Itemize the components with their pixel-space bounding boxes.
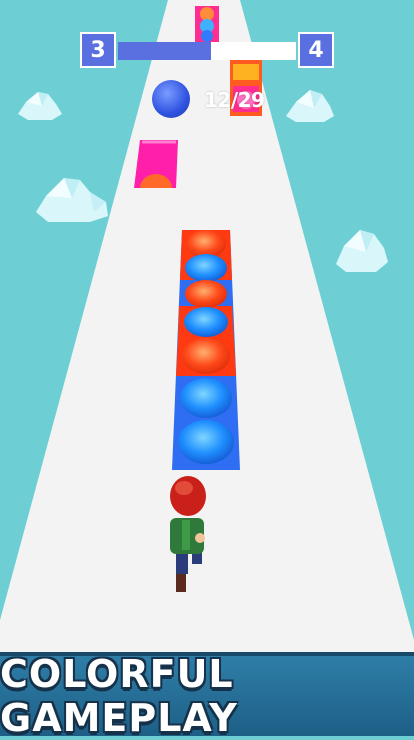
magenta-bubble-pad xyxy=(134,140,178,188)
runner-character xyxy=(170,476,206,592)
bubble-pop-column xyxy=(172,230,240,470)
level-progress-hud: 3 4 xyxy=(80,32,334,70)
next-level-badge: 4 xyxy=(298,32,334,68)
progress-fill xyxy=(118,42,211,60)
ball-counter: 12/29 xyxy=(204,88,265,112)
banner-title: COLORFUL GAMEPLAY xyxy=(0,652,238,740)
promo-banner: COLORFUL GAMEPLAY xyxy=(0,652,414,740)
blue-ball-icon xyxy=(152,80,190,118)
current-level-badge: 3 xyxy=(80,32,116,68)
level-progress-bar xyxy=(118,42,296,60)
game-scene[interactable]: 3 4 12/29 xyxy=(0,0,414,652)
